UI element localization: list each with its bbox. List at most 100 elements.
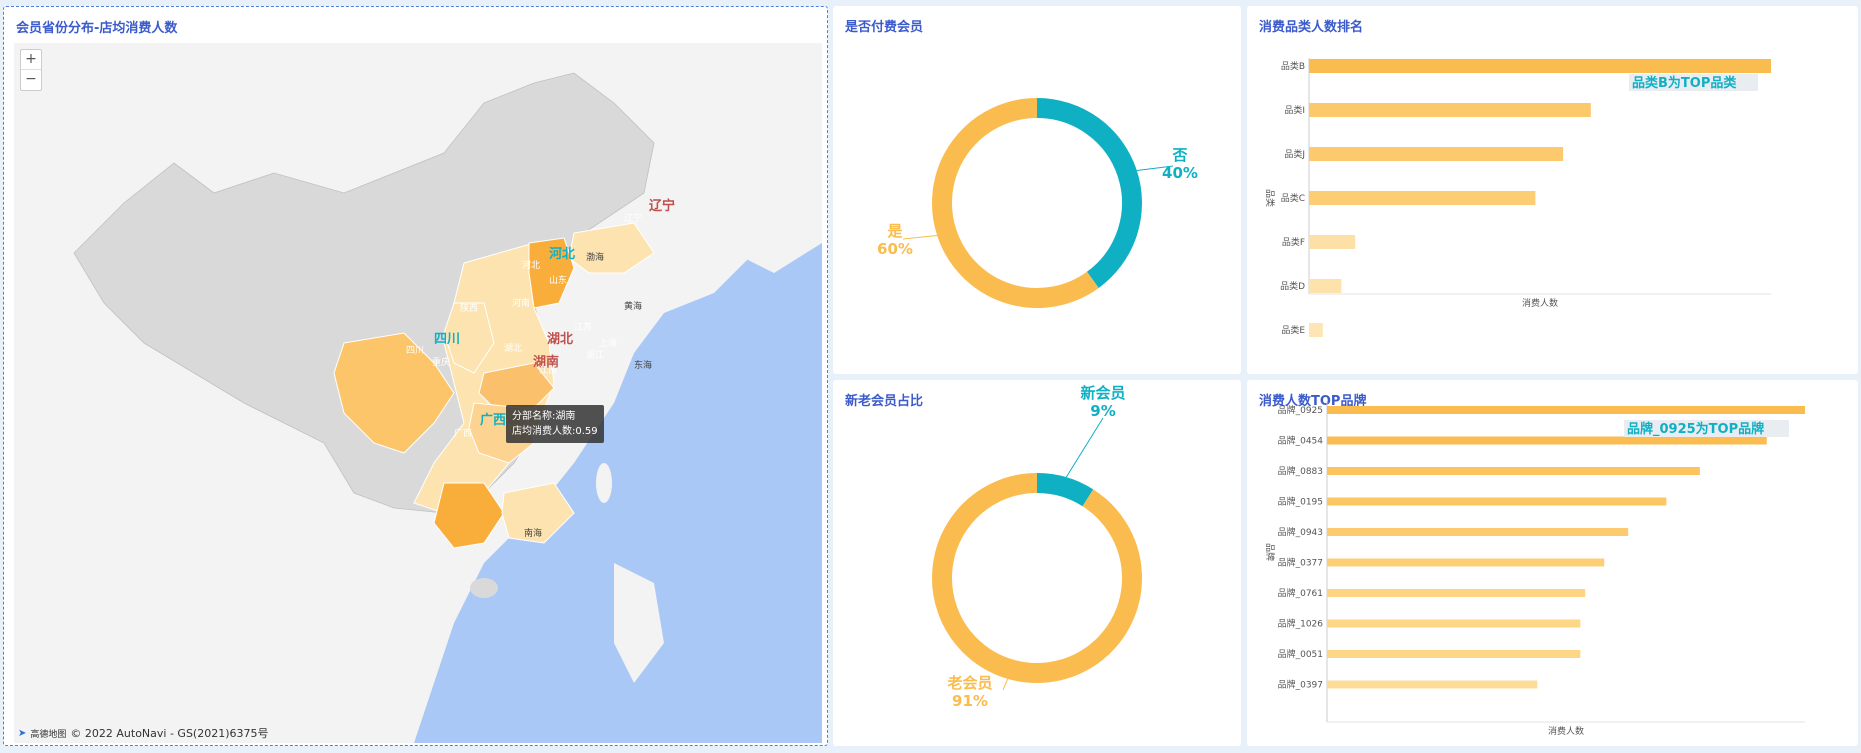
category-tick-label: 品牌_0761 — [1278, 587, 1323, 599]
bar[interactable] — [1309, 279, 1342, 293]
category-tick-label: 品牌_0195 — [1278, 496, 1323, 508]
donut-slice[interactable] — [1036, 98, 1142, 288]
map-provider: 高德地图 — [30, 729, 67, 740]
donut-slice[interactable] — [1036, 473, 1094, 507]
new-member-donut: 新会员9% 老会员91% — [932, 384, 1142, 710]
category-tick-label: 品牌_0397 — [1278, 679, 1323, 691]
category-tick-label: 品牌_0454 — [1278, 435, 1324, 447]
tooltip-line: 分部名称:湖南 — [512, 411, 576, 422]
region-label: 湖北 — [547, 332, 574, 347]
slice-value-label: 91% — [952, 692, 988, 710]
category-tick-label: 品类D — [1280, 280, 1305, 292]
category-tick-label: 品牌_0883 — [1278, 465, 1323, 477]
map-tooltip: 分部名称:湖南 店均消费人数:0.59 — [506, 405, 604, 443]
y-axis-label: 品类 — [1264, 189, 1276, 207]
bar[interactable] — [1327, 406, 1805, 414]
y-axis-label: 品牌 — [1264, 543, 1276, 561]
x-axis-label: 消费人数 — [1548, 725, 1584, 737]
zoom-out-button[interactable]: − — [21, 70, 41, 90]
province-label: 湖北 — [504, 344, 523, 354]
map-copyright: © 2022 AutoNavi - GS(2021)6375号 — [70, 727, 269, 740]
slice-value-label: 9% — [1090, 402, 1115, 420]
bar[interactable] — [1309, 103, 1591, 117]
label-leader-line — [1002, 678, 1009, 691]
category-bar-chart: 品类B 品类I 品类J 品类C 品类F 品类D 品类E 品类消费人数 品类B为TOP品类 — [1264, 58, 1771, 337]
category-tick-label: 品类J — [1284, 148, 1305, 160]
province-label: 广西 — [454, 429, 473, 439]
province-label: 河南 — [512, 299, 531, 309]
donut-slice[interactable] — [932, 98, 1099, 308]
map-zoom-controls: + − — [20, 49, 42, 91]
paid-member-donut: 否40% 是60% — [877, 98, 1198, 308]
bar[interactable] — [1309, 59, 1771, 73]
paid-member-panel: 是否付费会员 否 40% 是 60% — [833, 6, 1241, 374]
top-annotation: 品类B为TOP品类 — [1632, 75, 1737, 91]
x-axis-label: 消费人数 — [1522, 297, 1558, 309]
region-label: 广西 — [480, 413, 507, 428]
hainan-island — [470, 578, 498, 598]
brand-bar-chart: 品牌_0925 品牌_0454 品牌_0883 品牌_0195 品牌_0943 品牌_03… — [1264, 402, 1805, 737]
category-tick-label: 品类B — [1281, 60, 1305, 72]
category-tick-label: 品牌_0925 — [1278, 404, 1323, 416]
bar[interactable] — [1309, 191, 1536, 205]
top-annotation: 品牌_0925为TOP品牌 — [1627, 421, 1764, 437]
bar[interactable] — [1327, 497, 1667, 506]
bar[interactable] — [1327, 528, 1629, 536]
label-leader-line — [1065, 417, 1104, 478]
category-rank-panel: 消费品类人数排名 品类B 品类I 品类J 品类C 品类F 品类D 品类E 品类 消费人数 品类B为… — [1247, 6, 1858, 374]
sea-label: 东海 — [634, 361, 653, 371]
zoom-in-button[interactable]: + — [21, 50, 41, 70]
category-tick-label: 品牌_0051 — [1278, 648, 1323, 660]
sea-label: 黄海 — [624, 302, 643, 312]
bar[interactable] — [1327, 619, 1581, 628]
new-member-panel: 新老会员占比 新会员 9% 老会员 91% — [833, 380, 1241, 746]
donut-slice[interactable] — [932, 473, 1142, 683]
slice-label: 否 — [1171, 146, 1187, 164]
philippines-area — [614, 563, 664, 683]
province-label: 四川 — [406, 346, 425, 356]
bar[interactable] — [1309, 147, 1564, 161]
province-label: 陕西 — [460, 304, 479, 314]
sea-label: 南海 — [524, 529, 543, 539]
category-tick-label: 品牌_0377 — [1278, 557, 1323, 569]
category-tick-label: 品类I — [1284, 104, 1305, 116]
slice-value-label: 60% — [877, 240, 913, 258]
category-tick-label: 品类E — [1281, 324, 1305, 336]
map-panel: 会员省份分布-店均消费人数 + − 辽宁 河北 四川 湖北 湖南 广西 辽宁 河… — [3, 6, 828, 746]
region-label: 四川 — [434, 332, 461, 347]
province-label: 江苏 — [574, 323, 593, 333]
bar[interactable] — [1327, 558, 1605, 567]
bar[interactable] — [1327, 589, 1586, 597]
bar[interactable] — [1309, 323, 1323, 337]
slice-value-label: 40% — [1162, 164, 1198, 182]
province-label: 河北 — [522, 261, 541, 271]
taiwan-island — [596, 463, 612, 503]
label-leader-line — [902, 234, 938, 240]
province-map[interactable]: + − 辽宁 河北 四川 湖北 湖南 广西 辽宁 河北 山东 陕西 河南 江苏 … — [14, 43, 822, 743]
bar[interactable] — [1327, 650, 1581, 658]
bar[interactable] — [1327, 436, 1767, 445]
category-tick-label: 品类F — [1282, 236, 1305, 248]
category-tick-label: 品牌_1026 — [1278, 618, 1324, 630]
brand-top-panel: 消费人数TOP品牌 品牌_0925 品牌_0454 品牌_0883 品牌_0195 品牌… — [1247, 380, 1858, 746]
navigation-icon: ➤ — [18, 727, 27, 739]
region-label: 辽宁 — [649, 199, 676, 214]
province-label: 浙江 — [586, 351, 605, 361]
category-tick-label: 品类C — [1281, 192, 1305, 204]
region-label: 河北 — [549, 247, 576, 262]
slice-label: 是 — [886, 222, 903, 240]
bar[interactable] — [1327, 467, 1700, 475]
province-label: 山东 — [549, 276, 568, 286]
province-label: 辽宁 — [624, 214, 643, 224]
province-label: 江西 — [539, 366, 558, 376]
bar[interactable] — [1309, 235, 1356, 249]
slice-label: 老会员 — [946, 674, 992, 692]
slice-label: 新会员 — [1080, 384, 1125, 402]
map-panel-title: 会员省份分布-店均消费人数 — [16, 21, 178, 36]
bar[interactable] — [1327, 680, 1538, 689]
sea-label: 渤海 — [586, 253, 605, 263]
map-credit: ➤ 高德地图 © 2022 AutoNavi - GS(2021)6375号 — [18, 725, 269, 741]
category-tick-label: 品牌_0943 — [1278, 526, 1323, 538]
tooltip-line: 店均消费人数:0.59 — [512, 426, 598, 437]
map-svg — [14, 43, 822, 743]
